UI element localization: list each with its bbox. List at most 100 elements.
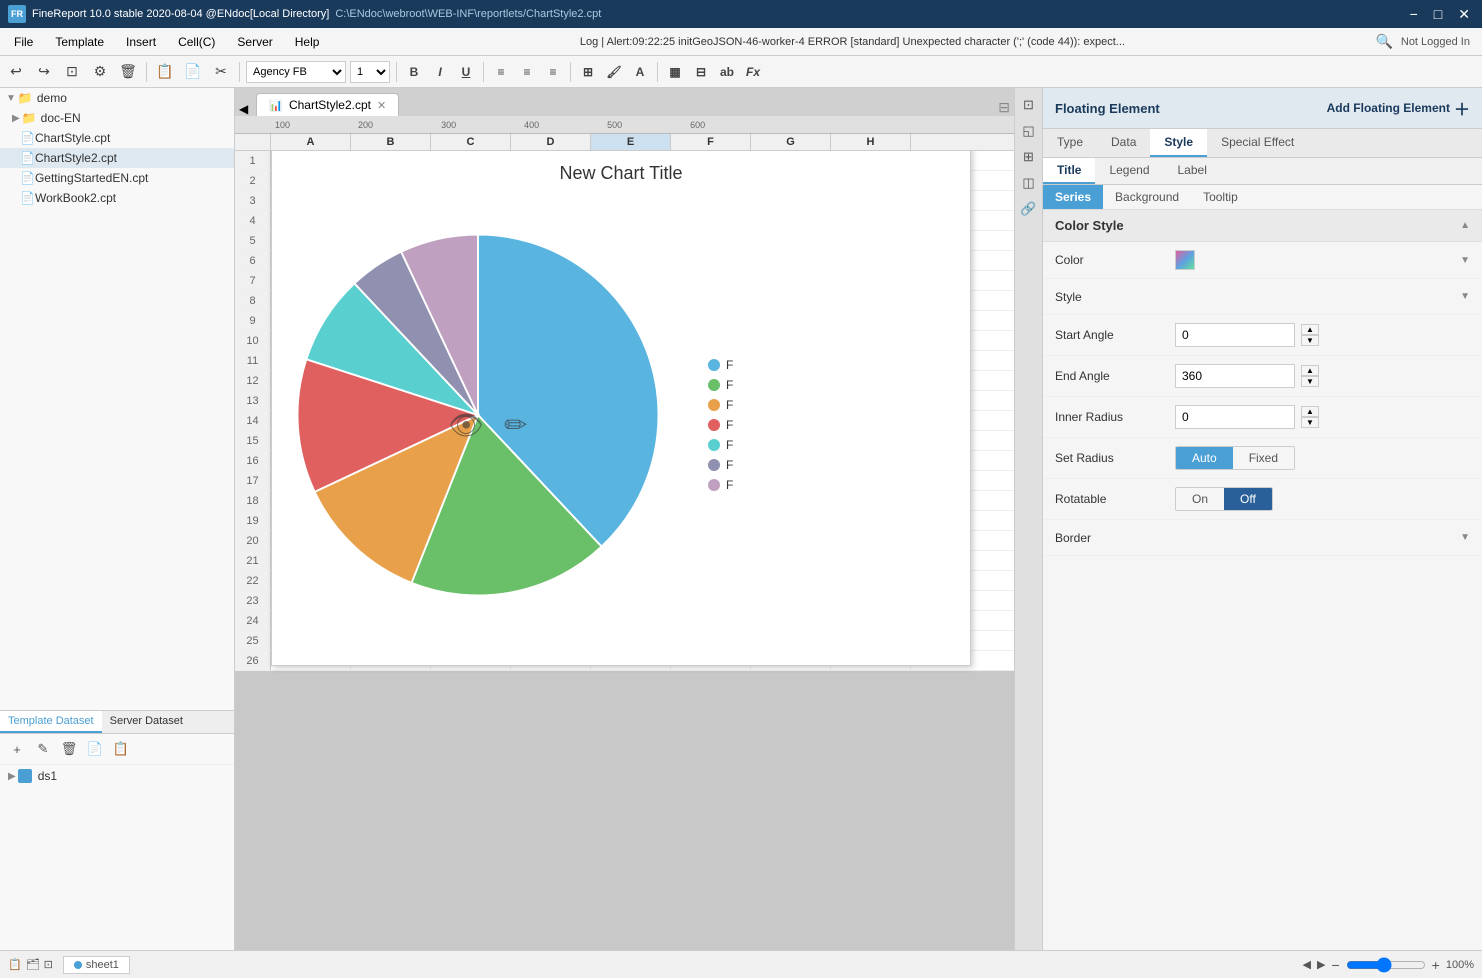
tree-item-workbook2[interactable]: 📄 WorkBook2.cpt [0, 188, 234, 208]
sheet-tab-sheet1[interactable]: sheet1 [63, 956, 130, 974]
end-angle-up[interactable]: ▲ [1301, 365, 1319, 376]
color-picker[interactable] [1175, 250, 1195, 270]
font-family-select[interactable]: Agency FB [246, 61, 346, 83]
visibility-icon[interactable]: 👁 [448, 408, 484, 441]
tab-data[interactable]: Data [1097, 129, 1150, 157]
rotatable-on-button[interactable]: On [1176, 488, 1224, 510]
strip-btn-4[interactable]: ◫ [1018, 172, 1040, 194]
menu-server[interactable]: Server [227, 31, 282, 53]
paste-dataset-button[interactable]: 📋 [110, 738, 132, 760]
underline-button[interactable]: U [455, 61, 477, 83]
edit-dataset-button[interactable]: ✎ [32, 738, 54, 760]
rotatable-off-button[interactable]: Off [1224, 488, 1272, 510]
add-floating-element-button[interactable]: Add Floating Element ＋ [1327, 96, 1470, 120]
col-f[interactable]: F [671, 134, 751, 150]
sheet-icon-1[interactable]: 📋 [8, 958, 22, 971]
set-radius-auto-button[interactable]: Auto [1176, 447, 1233, 469]
tab-template-dataset[interactable]: Template Dataset [0, 711, 102, 733]
inner-radius-up[interactable]: ▲ [1301, 406, 1319, 417]
zoom-in-button[interactable]: + [1432, 957, 1440, 973]
chart-tab-close[interactable]: ✕ [377, 99, 386, 112]
highlight-button[interactable]: 🖌 [603, 61, 625, 83]
settings-button[interactable]: ⚙ [88, 60, 112, 84]
tab-type[interactable]: Type [1043, 129, 1097, 157]
edit-icon[interactable]: ✏ [504, 408, 527, 441]
sheet-icon-2[interactable]: 🗂 [26, 958, 40, 971]
sidebar-collapse-btn[interactable]: ◀ [239, 102, 248, 116]
strip-btn-2[interactable]: ◱ [1018, 120, 1040, 142]
save-button[interactable]: ⊡ [60, 60, 84, 84]
paste-button[interactable]: 📄 [181, 60, 205, 84]
add-dataset-button[interactable]: + [6, 738, 28, 760]
redo-button[interactable]: ↪ [32, 60, 56, 84]
end-angle-input[interactable] [1175, 364, 1295, 388]
seriestab-background[interactable]: Background [1103, 185, 1191, 209]
dataset-ds1[interactable]: ▶ ds1 [0, 765, 234, 787]
delete-button[interactable]: 🗑 [116, 60, 140, 84]
tab-menu-button[interactable]: ⊟ [998, 99, 1010, 116]
ab-button[interactable]: ab [716, 61, 738, 83]
chart-tab[interactable]: 📊 ChartStyle2.cpt ✕ [256, 93, 399, 116]
font-color-button[interactable]: A [629, 61, 651, 83]
font-size-select[interactable]: 1 [350, 61, 390, 83]
inner-radius-input[interactable] [1175, 405, 1295, 429]
subtab-label[interactable]: Label [1164, 158, 1221, 184]
sheet-icon-3[interactable]: ⊡ [44, 958, 53, 971]
search-icon[interactable]: 🔍 [1375, 33, 1392, 50]
merge-button[interactable]: ⊟ [690, 61, 712, 83]
align-center-button[interactable]: ≡ [516, 61, 538, 83]
grid-button[interactable]: ⊞ [577, 61, 599, 83]
strip-btn-1[interactable]: ⊡ [1018, 94, 1040, 116]
subtab-title[interactable]: Title [1043, 158, 1095, 184]
tree-item-demo[interactable]: ▼ 📁 demo [0, 88, 234, 108]
start-angle-up[interactable]: ▲ [1301, 324, 1319, 335]
color-style-expand[interactable]: ▲ [1460, 220, 1470, 231]
tab-style[interactable]: Style [1150, 129, 1207, 157]
col-d[interactable]: D [511, 134, 591, 150]
nav-right-button[interactable]: ▶ [1317, 958, 1325, 971]
col-e[interactable]: E [591, 134, 671, 150]
start-angle-down[interactable]: ▼ [1301, 335, 1319, 346]
tree-item-doc-en[interactable]: ▶ 📁 doc-EN [0, 108, 234, 128]
tab-server-dataset[interactable]: Server Dataset [102, 711, 191, 733]
align-left-button[interactable]: ≡ [490, 61, 512, 83]
border-button[interactable]: ▦ [664, 61, 686, 83]
tree-item-chartstyle2[interactable]: 📄 ChartStyle2.cpt [0, 148, 234, 168]
italic-button[interactable]: I [429, 61, 451, 83]
zoom-slider[interactable] [1346, 957, 1426, 973]
start-angle-input[interactable] [1175, 323, 1295, 347]
col-h[interactable]: H [831, 134, 911, 150]
maximize-button[interactable]: □ [1430, 6, 1446, 23]
col-c[interactable]: C [431, 134, 511, 150]
undo-button[interactable]: ↩ [4, 60, 28, 84]
seriestab-tooltip[interactable]: Tooltip [1191, 185, 1250, 209]
align-right-button[interactable]: ≡ [542, 61, 564, 83]
col-b[interactable]: B [351, 134, 431, 150]
subtab-legend[interactable]: Legend [1095, 158, 1163, 184]
tree-item-gettingstarted[interactable]: 📄 GettingStartedEN.cpt [0, 168, 234, 188]
nav-left-button[interactable]: ◀ [1303, 958, 1311, 971]
menu-template[interactable]: Template [45, 31, 114, 53]
copy-button[interactable]: 📋 [153, 60, 177, 84]
end-angle-down[interactable]: ▼ [1301, 376, 1319, 387]
inner-radius-down[interactable]: ▼ [1301, 417, 1319, 428]
close-button[interactable]: ✕ [1454, 6, 1474, 23]
strip-btn-5[interactable]: 🔗 [1018, 198, 1040, 220]
menu-cell[interactable]: Cell(C) [168, 31, 225, 53]
minimize-button[interactable]: − [1406, 6, 1422, 23]
tree-item-chartstyle[interactable]: 📄 ChartStyle.cpt [0, 128, 234, 148]
col-g[interactable]: G [751, 134, 831, 150]
cut-button[interactable]: ✂ [209, 60, 233, 84]
delete-dataset-button[interactable]: 🗑 [58, 738, 80, 760]
tab-special-effect[interactable]: Special Effect [1207, 129, 1308, 157]
canvas-area[interactable]: 100 200 300 400 500 600 A B C D E F G [235, 116, 1014, 950]
fx-button[interactable]: Fx [742, 61, 764, 83]
menu-file[interactable]: File [4, 31, 43, 53]
set-radius-fixed-button[interactable]: Fixed [1233, 447, 1294, 469]
zoom-out-button[interactable]: − [1331, 957, 1339, 973]
copy-dataset-button[interactable]: 📄 [84, 738, 106, 760]
bold-button[interactable]: B [403, 61, 425, 83]
menu-help[interactable]: Help [285, 31, 330, 53]
border-expand[interactable]: ▼ [1460, 532, 1470, 543]
col-a[interactable]: A [271, 134, 351, 150]
